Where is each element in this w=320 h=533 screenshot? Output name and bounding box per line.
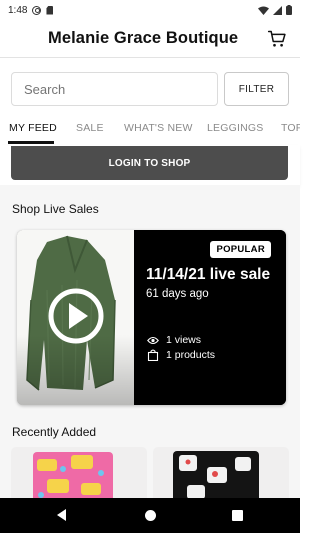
live-sale-card[interactable]: POPULAR 11/14/21 live sale 61 days ago 1…: [17, 230, 286, 405]
tab-leggings[interactable]: LEGGINGS: [207, 122, 263, 134]
battery-icon: [286, 5, 292, 15]
cart-icon[interactable]: [267, 29, 287, 49]
app-header: Melanie Grace Boutique: [0, 20, 300, 58]
sd-card-icon: [46, 5, 54, 15]
sync-icon: [32, 5, 42, 15]
eye-icon: [147, 336, 159, 344]
category-tabs: MY FEED SALE WHAT'S NEW LEGGINGS TOP: [0, 115, 300, 145]
tab-my-feed[interactable]: MY FEED: [9, 122, 57, 134]
sale-thumbnail: [17, 230, 134, 405]
login-to-shop-button[interactable]: LOGIN TO SHOP: [11, 146, 288, 180]
home-icon[interactable]: [145, 510, 156, 521]
signal-icon: [273, 5, 282, 15]
products-count: 1 products: [166, 349, 216, 361]
active-tab-indicator: [8, 141, 54, 144]
filter-button[interactable]: FILTER: [224, 72, 289, 106]
sale-age: 61 days ago: [146, 288, 209, 300]
sale-title: 11/14/21 live sale: [146, 266, 271, 283]
boutique-title: Melanie Grace Boutique: [48, 29, 239, 47]
shop-live-sales-title: Shop Live Sales: [12, 202, 99, 216]
tab-whats-new[interactable]: WHAT'S NEW: [124, 122, 193, 134]
views-stat: 1 views: [147, 334, 201, 346]
products-stat: 1 products: [147, 349, 215, 361]
status-time: 1:48: [8, 4, 28, 16]
back-icon[interactable]: [57, 509, 66, 521]
tab-sale[interactable]: SALE: [76, 122, 104, 134]
search-input[interactable]: [11, 72, 218, 106]
recently-added-title: Recently Added: [12, 425, 97, 439]
popular-badge: POPULAR: [210, 241, 271, 258]
play-icon[interactable]: [48, 288, 104, 344]
wifi-icon: [258, 6, 269, 15]
tab-top[interactable]: TOP: [281, 122, 300, 134]
sale-info-panel: POPULAR 11/14/21 live sale 61 days ago 1…: [134, 230, 286, 405]
bag-icon: [147, 349, 159, 361]
system-nav-bar: [0, 498, 300, 533]
views-count: 1 views: [166, 334, 202, 346]
status-bar: 1:48: [0, 0, 300, 20]
recent-apps-icon[interactable]: [232, 510, 243, 521]
